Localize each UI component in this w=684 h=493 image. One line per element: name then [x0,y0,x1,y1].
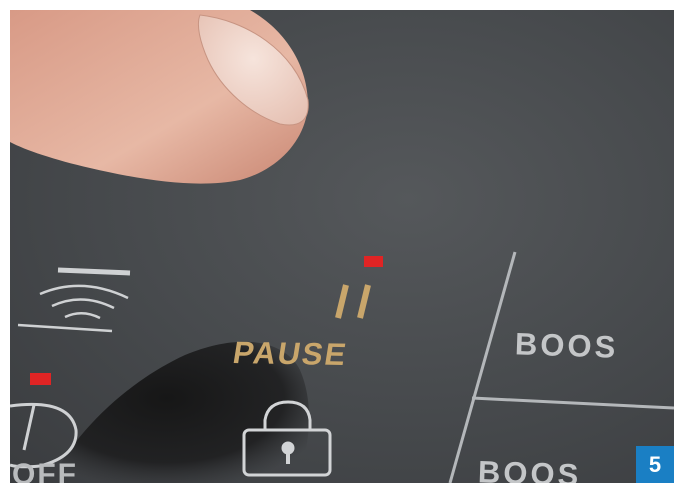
pause-indicator-light [364,256,383,267]
photo-frame: PAUSE BOOS BOOS OFF [10,10,674,483]
pause-icon [335,284,371,319]
wifi-icon [17,267,131,333]
figure-number-badge: 5 [636,446,674,483]
boost-label-top: BOOS [514,326,619,365]
boost-label-bottom: BOOS [477,454,582,483]
off-label: OFF [12,458,78,483]
fingertip [10,10,309,184]
pause-label: PAUSE [230,335,351,372]
power-indicator-light [30,373,51,385]
panel-divider-vertical [448,251,517,483]
control-panel-scene [10,10,674,483]
panel-divider-horizontal [471,396,674,410]
